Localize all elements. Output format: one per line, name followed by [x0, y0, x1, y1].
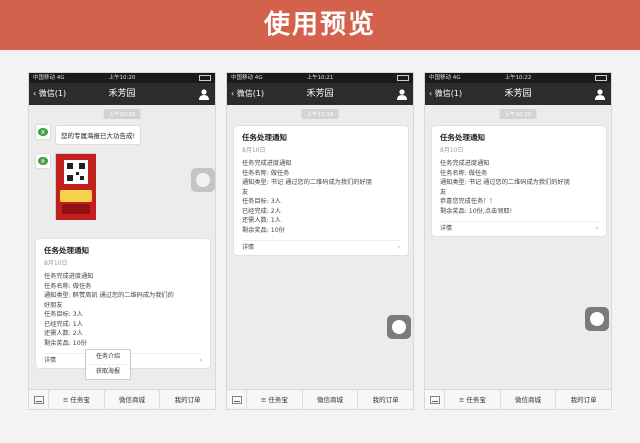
detail-link[interactable]: 详情 › [440, 221, 598, 236]
card-line: 任务名称: 做任务 [242, 169, 290, 177]
chat-title: 禾芳园 [504, 89, 532, 99]
detail-link[interactable]: 详情 › [242, 240, 400, 255]
clock-label: 上午10:22 [504, 75, 532, 81]
detail-label: 详情 [440, 225, 453, 232]
keyboard-toggle[interactable] [227, 390, 247, 409]
menu-item-task-treasure[interactable]: ≡ 任务宝 [49, 390, 105, 409]
card-line: 已经完成: 2人 [242, 207, 281, 215]
svg-text:禾: 禾 [40, 158, 45, 165]
bottom-menu-bar: ≡ 任务宝 微信商城 我的订单 [425, 389, 611, 409]
card-date: 8月10日 [440, 147, 464, 154]
message-timestamp: 上午10:20 [499, 109, 537, 119]
menu-item-wechat-mall[interactable]: 微信商城 [303, 390, 359, 409]
card-line: 任务完成进度通知 [44, 273, 94, 280]
card-title: 任务处理通知 [44, 246, 89, 255]
chat-title: 禾芳园 [306, 89, 334, 99]
menu-item-my-orders[interactable]: 我的订单 [556, 390, 611, 409]
card-line: 剩余奖品: 10份,点击领取! [440, 207, 513, 215]
card-line: 任务完成进度通知 [440, 160, 490, 167]
status-bar: 中国移动 4G 上午10:20 [29, 73, 215, 83]
card-line: 恭喜您完成任务！！ [440, 198, 496, 205]
clock-label: 上午10:21 [306, 75, 334, 81]
card-line: 任务名称: 做任务 [440, 169, 488, 177]
phone-preview-3: 中国移动 4G 上午10:22 ‹ 微信(1) 禾芳园 上午10:20 任务处理… [424, 72, 612, 410]
menu-item-my-orders[interactable]: 我的订单 [358, 390, 413, 409]
bottom-menu-bar: ≡ 任务宝 微信商城 我的订单 [29, 389, 215, 409]
detail-label: 详情 [44, 357, 57, 364]
card-title: 任务处理通知 [440, 133, 485, 142]
keyboard-toggle[interactable] [29, 390, 49, 409]
detail-label: 详情 [242, 244, 255, 251]
user-profile-icon[interactable] [396, 88, 408, 100]
card-line: 任务名称: 做任务 [44, 282, 92, 290]
menu-item-wechat-mall[interactable]: 微信商城 [501, 390, 557, 409]
card-line: 剩余奖品: 10份 [44, 339, 87, 347]
keyboard-icon [429, 396, 440, 404]
card-date: 8月10日 [242, 147, 266, 154]
card-line: 还需人数: 1人 [242, 217, 281, 224]
task-notification-card[interactable]: 任务处理通知 8月10日 任务完成进度通知 任务名称: 做任务 通知类型: 书记… [233, 125, 409, 256]
card-line: 通知类型: 醉赞周凯 通过您的二维码成为我们的 [44, 292, 174, 299]
menu-label: 任务宝 [268, 396, 288, 404]
status-bar: 中国移动 4G 上午10:21 [227, 73, 413, 83]
card-date: 8月10日 [44, 260, 68, 267]
card-line: 通知类型: 书记 通过您的二维码成为我们的好朋 [242, 179, 372, 186]
status-bar: 中国移动 4G 上午10:22 [425, 73, 611, 83]
menu-label: 任务宝 [466, 396, 486, 404]
phone-preview-2: 中国移动 4G 上午10:21 ‹ 微信(1) 禾芳园 上午10:19 任务处理… [226, 72, 414, 410]
assistive-touch-button[interactable] [585, 307, 609, 331]
clock-label: 上午10:20 [108, 75, 136, 81]
message-bubble: 您的专属海报已大功告成! [55, 125, 142, 145]
battery-icon [199, 75, 211, 81]
card-line: 友 [242, 188, 249, 196]
assistive-touch-button[interactable] [387, 315, 411, 339]
svg-text:禾: 禾 [40, 129, 45, 136]
card-line: 剩余奖品: 10份 [242, 226, 285, 234]
bottom-menu-bar: ≡ 任务宝 微信商城 我的订单 [227, 389, 413, 409]
chat-title: 禾芳园 [108, 89, 136, 99]
card-line: 还需人数: 2人 [44, 330, 83, 337]
card-title: 任务处理通知 [242, 133, 287, 142]
menu-item-wechat-mall[interactable]: 微信商城 [105, 390, 161, 409]
keyboard-toggle[interactable] [425, 390, 445, 409]
poster-graphic [56, 154, 96, 220]
menu-label: 任务宝 [70, 396, 90, 404]
chevron-right-icon: › [397, 244, 400, 251]
keyboard-icon [33, 396, 44, 404]
assistive-touch-button[interactable] [191, 168, 215, 192]
banner-title: 使用预览 [0, 0, 640, 50]
menu-item-task-treasure[interactable]: ≡ 任务宝 [445, 390, 501, 409]
menu-item-my-orders[interactable]: 我的订单 [160, 390, 215, 409]
nav-bar: ‹ 微信(1) 禾芳园 [425, 83, 611, 105]
card-line: 友 [440, 188, 447, 196]
nav-bar: ‹ 微信(1) 禾芳园 [227, 83, 413, 105]
menu-popup: 任务介绍 获取海报 [85, 349, 131, 380]
card-line: 任务完成进度通知 [242, 160, 292, 167]
account-avatar: 禾 [35, 153, 51, 169]
task-notification-card[interactable]: 任务处理通知 8月10日 任务完成进度通知 任务名称: 做任务 通知类型: 书记… [431, 125, 607, 237]
card-line: 已经完成: 1人 [44, 320, 83, 328]
chevron-right-icon: › [199, 357, 202, 364]
menu-item-task-treasure[interactable]: ≡ 任务宝 [247, 390, 303, 409]
nav-bar: ‹ 微信(1) 禾芳园 [29, 83, 215, 105]
card-line: 任务目标: 3人 [242, 198, 281, 205]
user-profile-icon[interactable] [594, 88, 606, 100]
leaf-logo-icon: 禾 [38, 157, 48, 165]
phone-preview-1: 中国移动 4G 上午10:20 ‹ 微信(1) 禾芳园 上午10:19 禾 您的… [28, 72, 216, 410]
battery-icon [397, 75, 409, 81]
account-avatar: 禾 [35, 124, 51, 140]
keyboard-icon [231, 396, 242, 404]
card-line: 通知类型: 书记 通过您的二维码成为我们的好朋 [440, 179, 570, 186]
card-line: 好朋友 [44, 301, 63, 309]
battery-icon [595, 75, 607, 81]
message-timestamp: 上午10:19 [301, 109, 339, 119]
message-timestamp: 上午10:19 [103, 109, 141, 119]
card-line: 任务目标: 3人 [44, 311, 83, 318]
poster-image[interactable] [55, 153, 96, 220]
leaf-logo-icon: 禾 [38, 128, 48, 136]
popup-item-task-intro[interactable]: 任务介绍 [86, 350, 130, 365]
user-profile-icon[interactable] [198, 88, 210, 100]
popup-item-get-poster[interactable]: 获取海报 [86, 365, 130, 379]
chevron-right-icon: › [595, 225, 598, 232]
